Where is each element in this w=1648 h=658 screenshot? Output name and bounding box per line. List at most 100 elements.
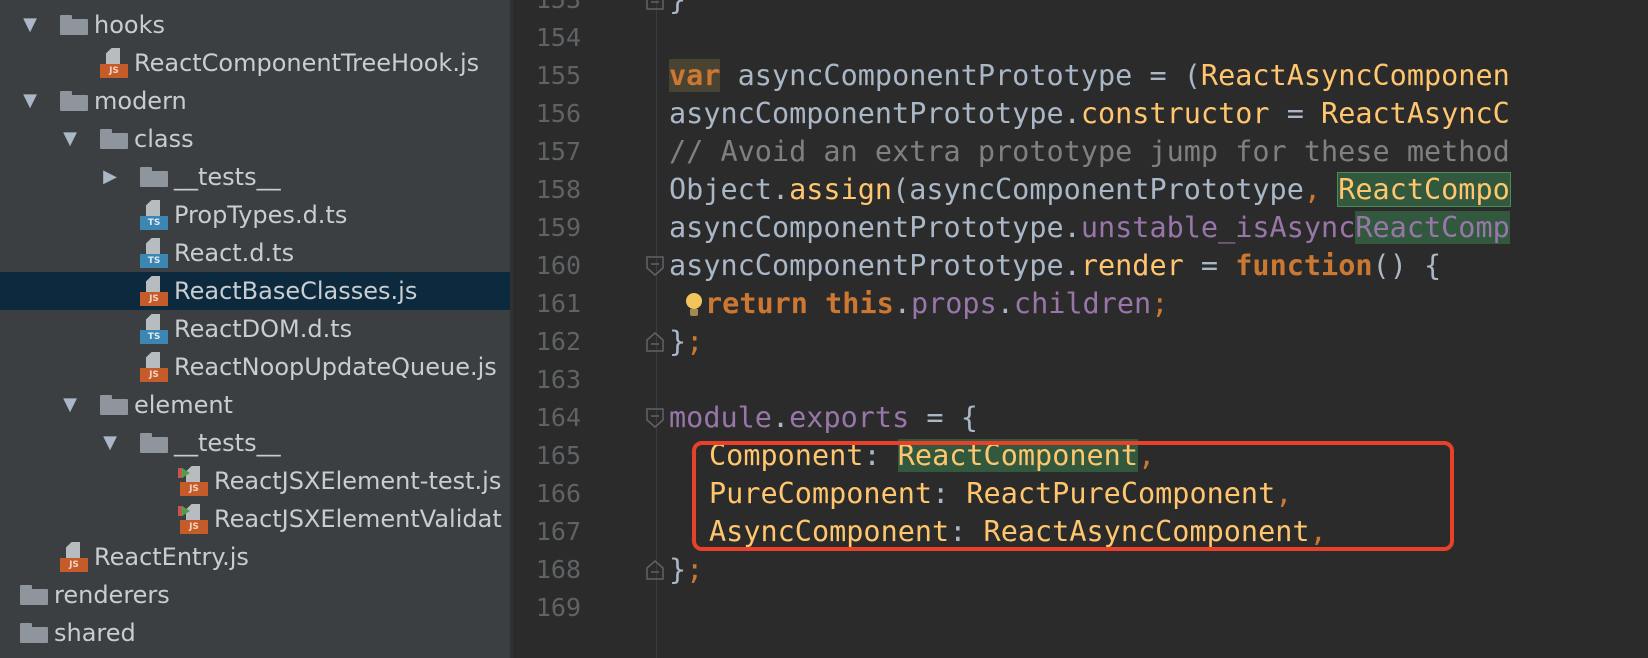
- code-text: };: [669, 553, 704, 586]
- tree-item-label: React.d.ts: [174, 239, 295, 267]
- code-text: };: [669, 325, 704, 358]
- tree-item-label: ReactDOM.d.ts: [174, 315, 353, 343]
- code-text: Object.assign(asyncComponentPrototype, R…: [669, 172, 1511, 207]
- code-line[interactable]: 154: [513, 19, 1648, 57]
- tree-item-react-dom-dts[interactable]: TS ReactDOM.d.ts: [0, 310, 510, 348]
- code-line[interactable]: 158 Object.assign(asyncComponentPrototyp…: [513, 171, 1648, 209]
- line-number: 158: [535, 175, 581, 204]
- tree-item-shared[interactable]: shared: [0, 614, 510, 652]
- expanded-arrow-icon[interactable]: ▼: [98, 424, 122, 462]
- folder-icon: [20, 623, 48, 643]
- tree-item-label: class: [134, 125, 194, 153]
- code-line[interactable]: 155 var asyncComponentPrototype = (React…: [513, 57, 1648, 95]
- tree-item-label: ReactNoopUpdateQueue.js: [174, 353, 497, 381]
- code-line[interactable]: 164 module.exports = {: [513, 399, 1648, 437]
- tree-item-element[interactable]: ▼ element: [0, 386, 510, 424]
- code-line[interactable]: 157 // Avoid an extra prototype jump for…: [513, 133, 1648, 171]
- line-number: 155: [535, 61, 581, 90]
- highlight-annotation-box: [692, 441, 1454, 551]
- js-test-file-icon: JS: [178, 466, 210, 496]
- line-number: 163: [535, 365, 581, 394]
- code-line[interactable]: 160 asyncComponentPrototype.render = fun…: [513, 247, 1648, 285]
- fold-icon[interactable]: [646, 408, 664, 428]
- code-text: }: [669, 0, 686, 19]
- code-text: asyncComponentPrototype.unstable_isAsync…: [669, 211, 1510, 244]
- fold-icon[interactable]: [646, 560, 664, 580]
- line-number: 154: [535, 23, 581, 52]
- tree-item-react-entry[interactable]: JS ReactEntry.js: [0, 538, 510, 576]
- code-text: module.exports = {: [669, 401, 978, 434]
- code-line[interactable]: 162 };: [513, 323, 1648, 361]
- tree-item-hooks[interactable]: ▼ hooks: [0, 6, 510, 44]
- project-tree: ▼ hooks JS ReactComponentTreeHook.js ▼ m…: [0, 0, 510, 658]
- tree-item-renderers[interactable]: renderers: [0, 576, 510, 614]
- tree-item-label: __tests__: [174, 429, 281, 457]
- code-line[interactable]: 169: [513, 589, 1648, 627]
- tree-item-react-base-classes[interactable]: JS ReactBaseClasses.js: [0, 272, 510, 310]
- folder-icon: [100, 129, 128, 149]
- tree-item-label: renderers: [54, 581, 170, 609]
- ts-file-icon: TS: [138, 200, 170, 230]
- ts-file-icon: TS: [138, 314, 170, 344]
- tree-item-tests[interactable]: ▶ __tests__: [0, 158, 510, 196]
- fold-icon[interactable]: [646, 0, 664, 10]
- tree-item-react-dts[interactable]: TS React.d.ts: [0, 234, 510, 272]
- js-file-icon: JS: [138, 352, 170, 382]
- tree-item-label: ReactComponentTreeHook.js: [134, 49, 480, 77]
- code-line[interactable]: 168 };: [513, 551, 1648, 589]
- fold-icon[interactable]: [646, 256, 664, 276]
- tree-item-react-jsx-element-test[interactable]: JS ReactJSXElement-test.js: [0, 462, 510, 500]
- js-test-file-icon: JS: [178, 504, 210, 534]
- fold-icon[interactable]: [646, 332, 664, 352]
- js-file-icon: JS: [58, 542, 90, 572]
- tree-item-label: __tests__: [174, 163, 281, 191]
- tree-item-modern[interactable]: ▼ modern: [0, 82, 510, 120]
- tree-item-proptypes[interactable]: TS PropTypes.d.ts: [0, 196, 510, 234]
- line-number: 160: [535, 251, 581, 280]
- tree-item-label: shared: [54, 619, 136, 647]
- line-number: 167: [535, 517, 581, 546]
- code-line[interactable]: 156 asyncComponentPrototype.constructor …: [513, 95, 1648, 133]
- folder-icon: [20, 585, 48, 605]
- code-text: // Avoid an extra prototype jump for the…: [669, 135, 1510, 168]
- tree-item-label: modern: [94, 87, 187, 115]
- tree-item-react-noop-update-queue[interactable]: JS ReactNoopUpdateQueue.js: [0, 348, 510, 386]
- line-number: 157: [535, 137, 581, 166]
- expanded-arrow-icon[interactable]: ▼: [18, 6, 42, 44]
- line-number: 156: [535, 99, 581, 128]
- js-file-icon: JS: [138, 276, 170, 306]
- code-text: var asyncComponentPrototype = (ReactAsyn…: [669, 59, 1510, 92]
- code-editor[interactable]: 153 } 154 155 var asyncComponentPrototyp…: [513, 0, 1648, 658]
- line-number: 166: [535, 479, 581, 508]
- folder-icon: [60, 15, 88, 35]
- folder-icon: [140, 433, 168, 453]
- tree-item-label: ReactBaseClasses.js: [174, 277, 418, 305]
- expanded-arrow-icon[interactable]: ▼: [58, 120, 82, 158]
- lightbulb-icon[interactable]: [683, 290, 705, 320]
- tree-item-class[interactable]: ▼ class: [0, 120, 510, 158]
- code-line[interactable]: 161 return this.props.children;: [513, 285, 1648, 323]
- expanded-arrow-icon[interactable]: ▼: [58, 386, 82, 424]
- code-text: asyncComponentPrototype.constructor = Re…: [669, 97, 1510, 130]
- line-number: 169: [535, 593, 581, 622]
- tree-item-label: hooks: [94, 11, 165, 39]
- tree-item-react-jsx-element-validator-test[interactable]: JS ReactJSXElementValidat: [0, 500, 510, 538]
- line-number: 159: [535, 213, 581, 242]
- code-text: return this.props.children;: [683, 285, 1168, 323]
- tree-item-label: ReactJSXElement-test.js: [214, 467, 502, 495]
- code-line[interactable]: 159 asyncComponentPrototype.unstable_isA…: [513, 209, 1648, 247]
- code-line[interactable]: 153 }: [513, 0, 1648, 19]
- tree-item-label: element: [134, 391, 233, 419]
- folder-icon: [100, 395, 128, 415]
- expanded-arrow-icon[interactable]: ▼: [18, 82, 42, 120]
- tree-item-label: PropTypes.d.ts: [174, 201, 348, 229]
- line-number: 164: [535, 403, 581, 432]
- tree-item-label: ReactEntry.js: [94, 543, 249, 571]
- tree-item-react-component-tree-hook[interactable]: JS ReactComponentTreeHook.js: [0, 44, 510, 82]
- tree-item-element-tests[interactable]: ▼ __tests__: [0, 424, 510, 462]
- code-line[interactable]: 163: [513, 361, 1648, 399]
- js-file-icon: JS: [98, 48, 130, 78]
- line-number: 165: [535, 441, 581, 470]
- collapsed-arrow-icon[interactable]: ▶: [98, 158, 122, 196]
- tree-item-label: ReactJSXElementValidat: [214, 505, 502, 533]
